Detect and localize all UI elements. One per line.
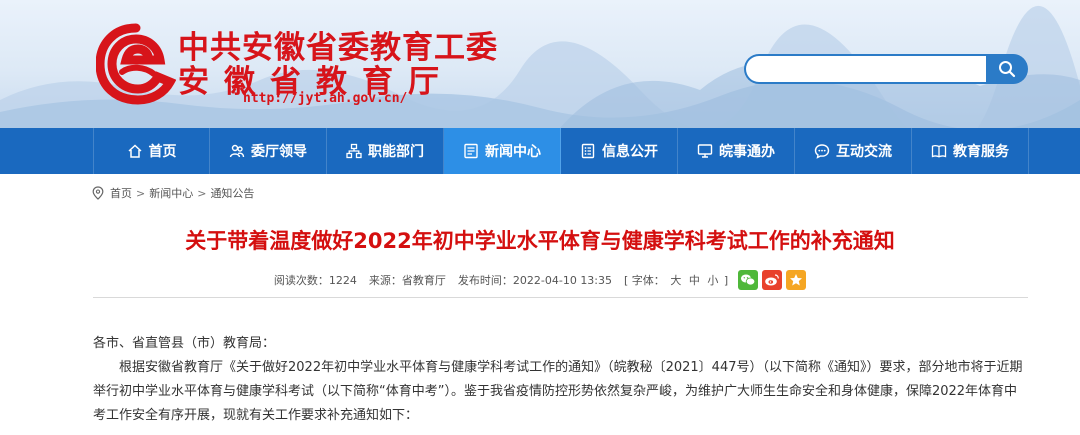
logo-icon bbox=[96, 23, 176, 105]
breadcrumb-home[interactable]: 首页 bbox=[110, 185, 132, 201]
article-meta: 阅读次数：1224 来源：省教育厅 发布时间：2022-04-10 13:35 … bbox=[0, 270, 1080, 290]
font-size-label: [ 字体： bbox=[624, 274, 665, 287]
nav-label: 皖事通办 bbox=[719, 144, 775, 160]
favorite-button[interactable] bbox=[786, 270, 807, 290]
nav-item-leaders[interactable]: 委厅领导 bbox=[210, 128, 327, 174]
breadcrumb-separator: > bbox=[136, 186, 146, 200]
breadcrumb-news-center[interactable]: 新闻中心 bbox=[149, 185, 193, 201]
font-size-medium[interactable]: 中 bbox=[689, 274, 700, 287]
share-wechat-button[interactable] bbox=[738, 270, 759, 290]
nav-label: 互动交流 bbox=[836, 144, 892, 160]
nav-label: 信息公开 bbox=[602, 144, 658, 160]
nav-item-open-info[interactable]: 信息公开 bbox=[561, 128, 678, 174]
nav-item-education-services[interactable]: 教育服务 bbox=[912, 128, 1029, 174]
nav-label: 首页 bbox=[148, 144, 177, 160]
weibo-icon bbox=[765, 274, 779, 286]
document-list-icon bbox=[580, 143, 596, 159]
breadcrumb-notices[interactable]: 通知公告 bbox=[210, 185, 254, 201]
location-pin-icon bbox=[92, 186, 104, 200]
search-icon bbox=[999, 61, 1016, 78]
nav-label: 新闻中心 bbox=[485, 144, 541, 160]
article-salutation: 各市、省直管县（市）教育局： bbox=[93, 336, 276, 351]
nav-label: 职能部门 bbox=[368, 144, 424, 160]
header-banner: 中共安徽省委教育工委 安徽省教育厅 http://jyt.ah.gov.cn/ bbox=[0, 0, 1080, 128]
article-body: 各市、省直管县（市）教育局： 根据安徽省教育厅《关于做好2022年初中学业水平体… bbox=[93, 332, 1028, 428]
wechat-icon bbox=[741, 274, 756, 286]
font-size-label-close: ] bbox=[723, 274, 729, 287]
leaders-icon bbox=[229, 143, 245, 159]
breadcrumb-separator: > bbox=[197, 186, 207, 200]
news-icon bbox=[463, 143, 479, 159]
org-chart-icon bbox=[346, 143, 362, 159]
nav-label: 委厅领导 bbox=[251, 144, 307, 160]
chat-bubble-icon bbox=[814, 143, 830, 159]
nav-item-news[interactable]: 新闻中心 bbox=[444, 128, 561, 174]
article-source: 来源：省教育厅 bbox=[368, 274, 446, 287]
monitor-icon bbox=[697, 143, 713, 159]
site-url[interactable]: http://jyt.ah.gov.cn/ bbox=[243, 91, 407, 106]
article-title: 关于带着温度做好2022年初中学业水平体育与健康学科考试工作的补充通知 bbox=[185, 229, 895, 253]
nav-label: 教育服务 bbox=[953, 144, 1009, 160]
font-size-large[interactable]: 大 bbox=[670, 274, 681, 287]
nav-item-interaction[interactable]: 互动交流 bbox=[795, 128, 912, 174]
nav-item-departments[interactable]: 职能部门 bbox=[327, 128, 444, 174]
publish-time: 发布时间：2022-04-10 13:35 bbox=[457, 274, 613, 287]
font-size-switcher: [ 字体： 大 中 小 ] bbox=[624, 272, 728, 288]
open-book-icon bbox=[931, 143, 947, 159]
font-size-small[interactable]: 小 bbox=[707, 274, 718, 287]
view-count: 阅读次数：1224 bbox=[273, 274, 357, 287]
search-input[interactable] bbox=[744, 54, 986, 84]
breadcrumb: 首页 > 新闻中心 > 通知公告 bbox=[92, 185, 254, 201]
search-button[interactable] bbox=[986, 54, 1028, 84]
star-icon bbox=[790, 274, 803, 286]
meta-divider bbox=[93, 297, 1028, 298]
nav-item-home[interactable]: 首页 bbox=[93, 128, 210, 174]
article-paragraph: 根据安徽省教育厅《关于做好2022年初中学业水平体育与健康学科考试工作的通知》（… bbox=[93, 360, 1023, 423]
nav-item-online-services[interactable]: 皖事通办 bbox=[678, 128, 795, 174]
share-weibo-button[interactable] bbox=[762, 270, 783, 290]
home-icon bbox=[127, 143, 143, 159]
main-nav: 首页 委厅领导 职能部门 新闻中心 信息公开 皖事通办 互动交流 教育服务 bbox=[0, 128, 1080, 174]
